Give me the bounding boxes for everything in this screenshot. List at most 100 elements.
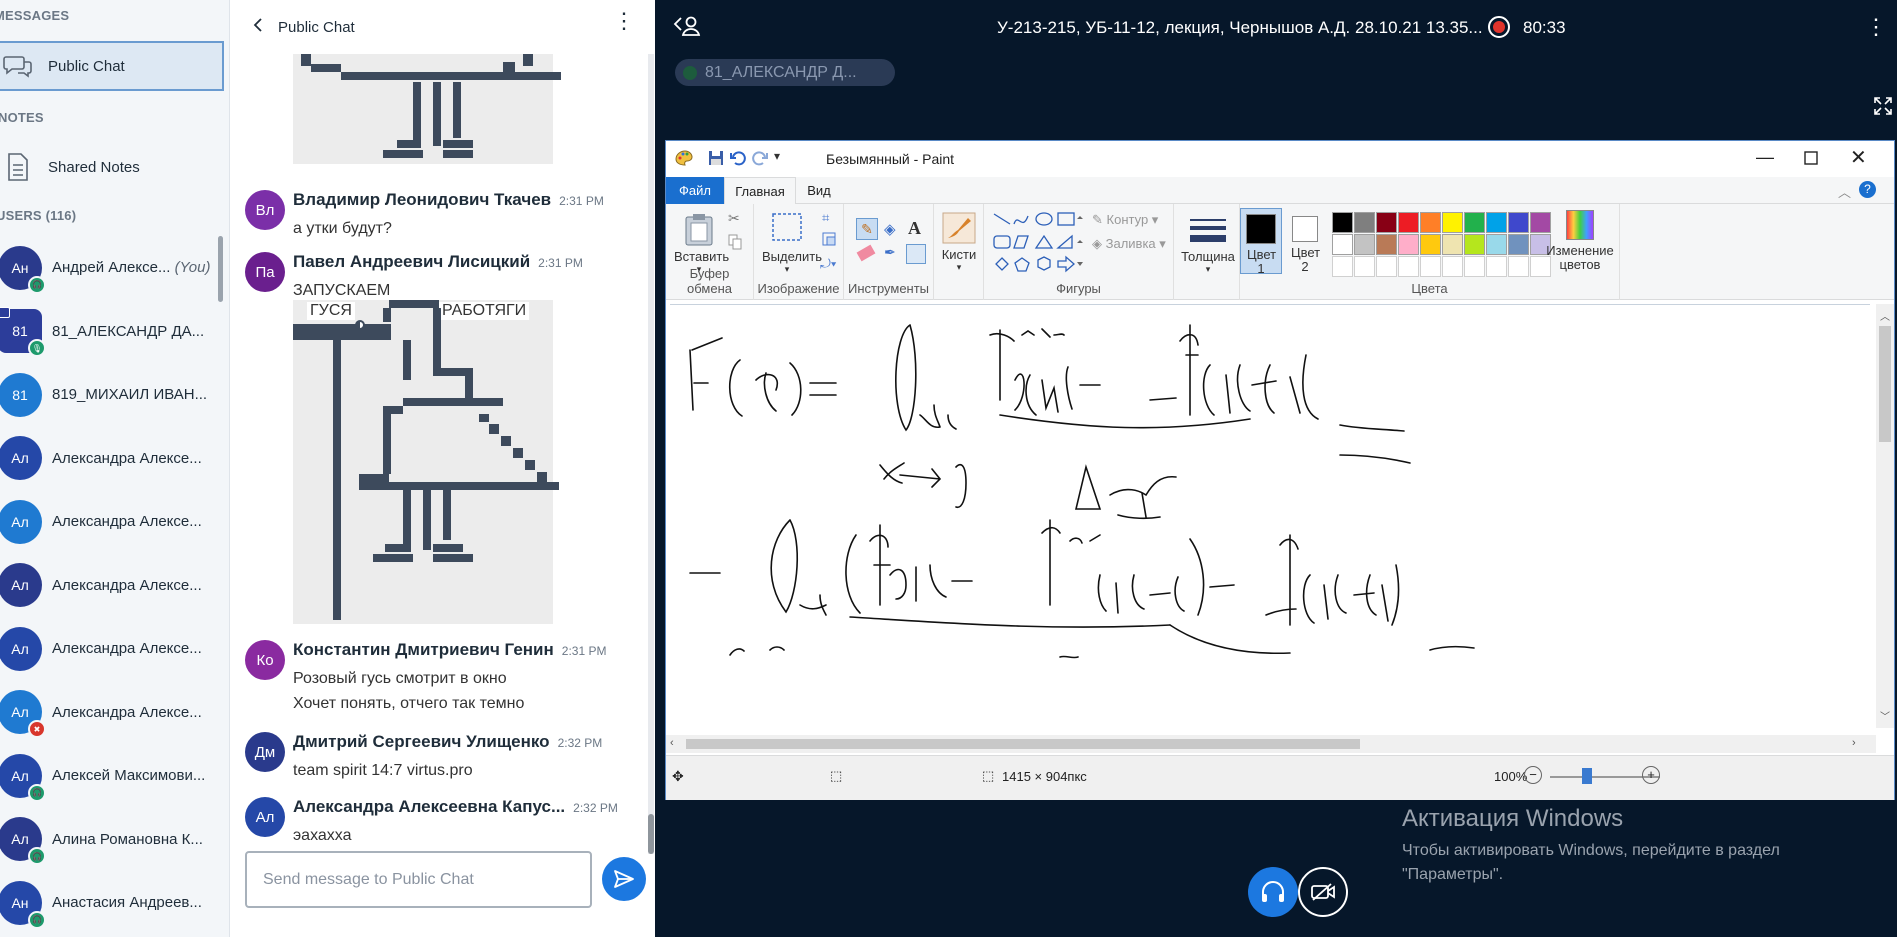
palette-swatch[interactable] [1376, 212, 1397, 233]
quick-access-dropdown-icon[interactable]: ▾ [774, 149, 780, 163]
user-list-item[interactable]: Ал 🎧 Алина Романовна К... [0, 808, 224, 871]
palette-swatch[interactable] [1354, 212, 1375, 233]
audio-button[interactable] [1248, 867, 1298, 917]
palette-swatch[interactable] [1464, 212, 1485, 233]
user-list-item[interactable]: Ан 🎧 Андрей Алексе... (You) [0, 236, 224, 299]
sidebar-item-shared-notes[interactable]: Shared Notes [0, 142, 224, 192]
palette-swatch-empty[interactable] [1442, 256, 1463, 277]
magnifier-icon[interactable] [906, 244, 926, 264]
color1-swatch [1246, 214, 1276, 244]
user-list-item[interactable]: 81 819_МИХАИЛ ИВАН... [0, 363, 224, 426]
main-area: У-213-215, УБ-11-12, лекция, Чернышов А.… [655, 0, 1897, 937]
user-list-item[interactable]: Ал Александра Алексе... [0, 490, 224, 553]
avatar: Па [245, 252, 285, 292]
thickness-button[interactable]: Толщина ▾ [1180, 216, 1236, 275]
palette-swatch[interactable] [1398, 234, 1419, 255]
palette-swatch-empty[interactable] [1508, 256, 1529, 277]
zoom-slider-thumb[interactable] [1582, 768, 1592, 784]
palette-swatch[interactable] [1332, 234, 1353, 255]
palette-swatch[interactable] [1420, 234, 1441, 255]
redo-icon[interactable] [752, 150, 768, 171]
outline-label: Контур [1106, 212, 1149, 227]
tab-file[interactable]: Файл [666, 177, 724, 204]
copy-icon[interactable] [728, 234, 742, 255]
user-list-item[interactable]: Ал 🎧 Алексей Максимови... [0, 744, 224, 807]
color2-button[interactable]: Цвет 2 [1286, 208, 1324, 274]
palette-swatch[interactable] [1442, 234, 1463, 255]
tab-view[interactable]: Вид [796, 177, 842, 204]
chat-scrollbar[interactable] [648, 54, 654, 854]
resize-icon[interactable] [822, 232, 836, 251]
palette-swatch-empty[interactable] [1486, 256, 1507, 277]
undo-icon[interactable] [730, 150, 746, 171]
cut-icon[interactable]: ✂ [728, 210, 740, 227]
user-list-item[interactable]: 81 🎙 81_АЛЕКСАНДР ДА... [0, 300, 224, 363]
palette-swatch-empty[interactable] [1376, 256, 1397, 277]
palette-swatch[interactable] [1508, 212, 1529, 233]
fullscreen-icon[interactable] [1873, 96, 1893, 121]
help-icon[interactable]: ? [1859, 181, 1876, 198]
palette-swatch[interactable] [1508, 234, 1529, 255]
record-icon[interactable] [1488, 16, 1510, 38]
rotate-icon[interactable]: ⤾▾ [820, 256, 836, 272]
edit-colors-button[interactable]: Изменение цветов [1542, 210, 1618, 272]
color1-button[interactable]: Цвет 1 [1240, 208, 1282, 276]
close-icon[interactable]: ✕ [1850, 145, 1867, 170]
color-picker-icon[interactable]: ✒ [884, 244, 896, 261]
presenter-status-dot [683, 65, 697, 80]
palette-swatch[interactable] [1398, 212, 1419, 233]
chevron-left-icon[interactable] [252, 17, 264, 38]
save-icon[interactable] [708, 150, 724, 171]
headset-icon: 🎧 [28, 847, 46, 865]
zoom-in-icon[interactable]: + [1642, 766, 1660, 784]
zoom-out-icon[interactable]: − [1524, 766, 1542, 784]
options-menu-icon[interactable]: ⋮ [1865, 14, 1887, 40]
minimize-icon[interactable]: — [1756, 147, 1774, 168]
leave-session-icon[interactable] [673, 14, 701, 43]
palette-swatch[interactable] [1332, 212, 1353, 233]
palette-swatch[interactable] [1420, 212, 1441, 233]
fill-button[interactable]: ◈ Заливка ▾ [1092, 236, 1166, 252]
palette-swatch[interactable] [1376, 234, 1397, 255]
pencil-icon[interactable]: ✎ [856, 218, 878, 240]
paint-titlebar: ▾ Безымянный - Paint — ✕ [666, 141, 1894, 177]
sidebar-scrollbar[interactable] [218, 236, 223, 302]
canvas-horizontal-scrollbar[interactable]: ‹ › [666, 735, 1876, 753]
outline-button[interactable]: ✎ Контур ▾ [1092, 212, 1158, 228]
palette-swatch-empty[interactable] [1332, 256, 1353, 277]
user-list-item[interactable]: Ал ✖ Александра Алексе... [0, 681, 224, 744]
select-button[interactable]: Выделить ▾ [762, 212, 822, 275]
palette-swatch-empty[interactable] [1354, 256, 1375, 277]
chat-message-input[interactable]: Send message to Public Chat [245, 851, 592, 908]
paint-canvas[interactable] [670, 304, 1870, 724]
selection-size-icon: ⬚ [830, 768, 843, 783]
user-list-item[interactable]: Ал Александра Алексе... [0, 554, 224, 617]
text-tool-icon[interactable]: A [908, 218, 921, 239]
tab-home[interactable]: Главная [724, 177, 796, 204]
camera-button[interactable] [1298, 867, 1348, 917]
send-button[interactable] [602, 857, 646, 901]
eraser-icon[interactable] [856, 244, 876, 262]
crop-icon[interactable]: ⌗ [822, 210, 829, 226]
palette-swatch-empty[interactable] [1464, 256, 1485, 277]
more-options-icon[interactable]: ⋮ [613, 8, 635, 34]
user-list-item[interactable]: Ал Александра Алексе... [0, 427, 224, 490]
user-list-item[interactable]: Ан 🎧 Анастасия Андреев... [0, 871, 224, 934]
shapes-gallery-icon[interactable] [992, 210, 1086, 276]
palette-swatch[interactable] [1486, 212, 1507, 233]
user-name-text: Андрей Алексе... [52, 259, 171, 276]
palette-swatch-empty[interactable] [1420, 256, 1441, 277]
maximize-icon[interactable] [1804, 149, 1818, 170]
sidebar-item-public-chat[interactable]: Public Chat [0, 41, 224, 91]
user-list-item[interactable]: Ал Александра Алексе... [0, 617, 224, 680]
palette-swatch[interactable] [1486, 234, 1507, 255]
select-label: Выделить [762, 249, 822, 264]
canvas-vertical-scrollbar[interactable]: ︿ ﹀ [1876, 304, 1894, 728]
palette-swatch[interactable] [1442, 212, 1463, 233]
palette-swatch[interactable] [1354, 234, 1375, 255]
brushes-button[interactable]: Кисти ▾ [938, 212, 980, 273]
fill-bucket-icon[interactable]: ◈ [884, 220, 896, 238]
collapse-ribbon-icon[interactable]: ︿ [1838, 182, 1851, 201]
palette-swatch[interactable] [1464, 234, 1485, 255]
palette-swatch-empty[interactable] [1398, 256, 1419, 277]
